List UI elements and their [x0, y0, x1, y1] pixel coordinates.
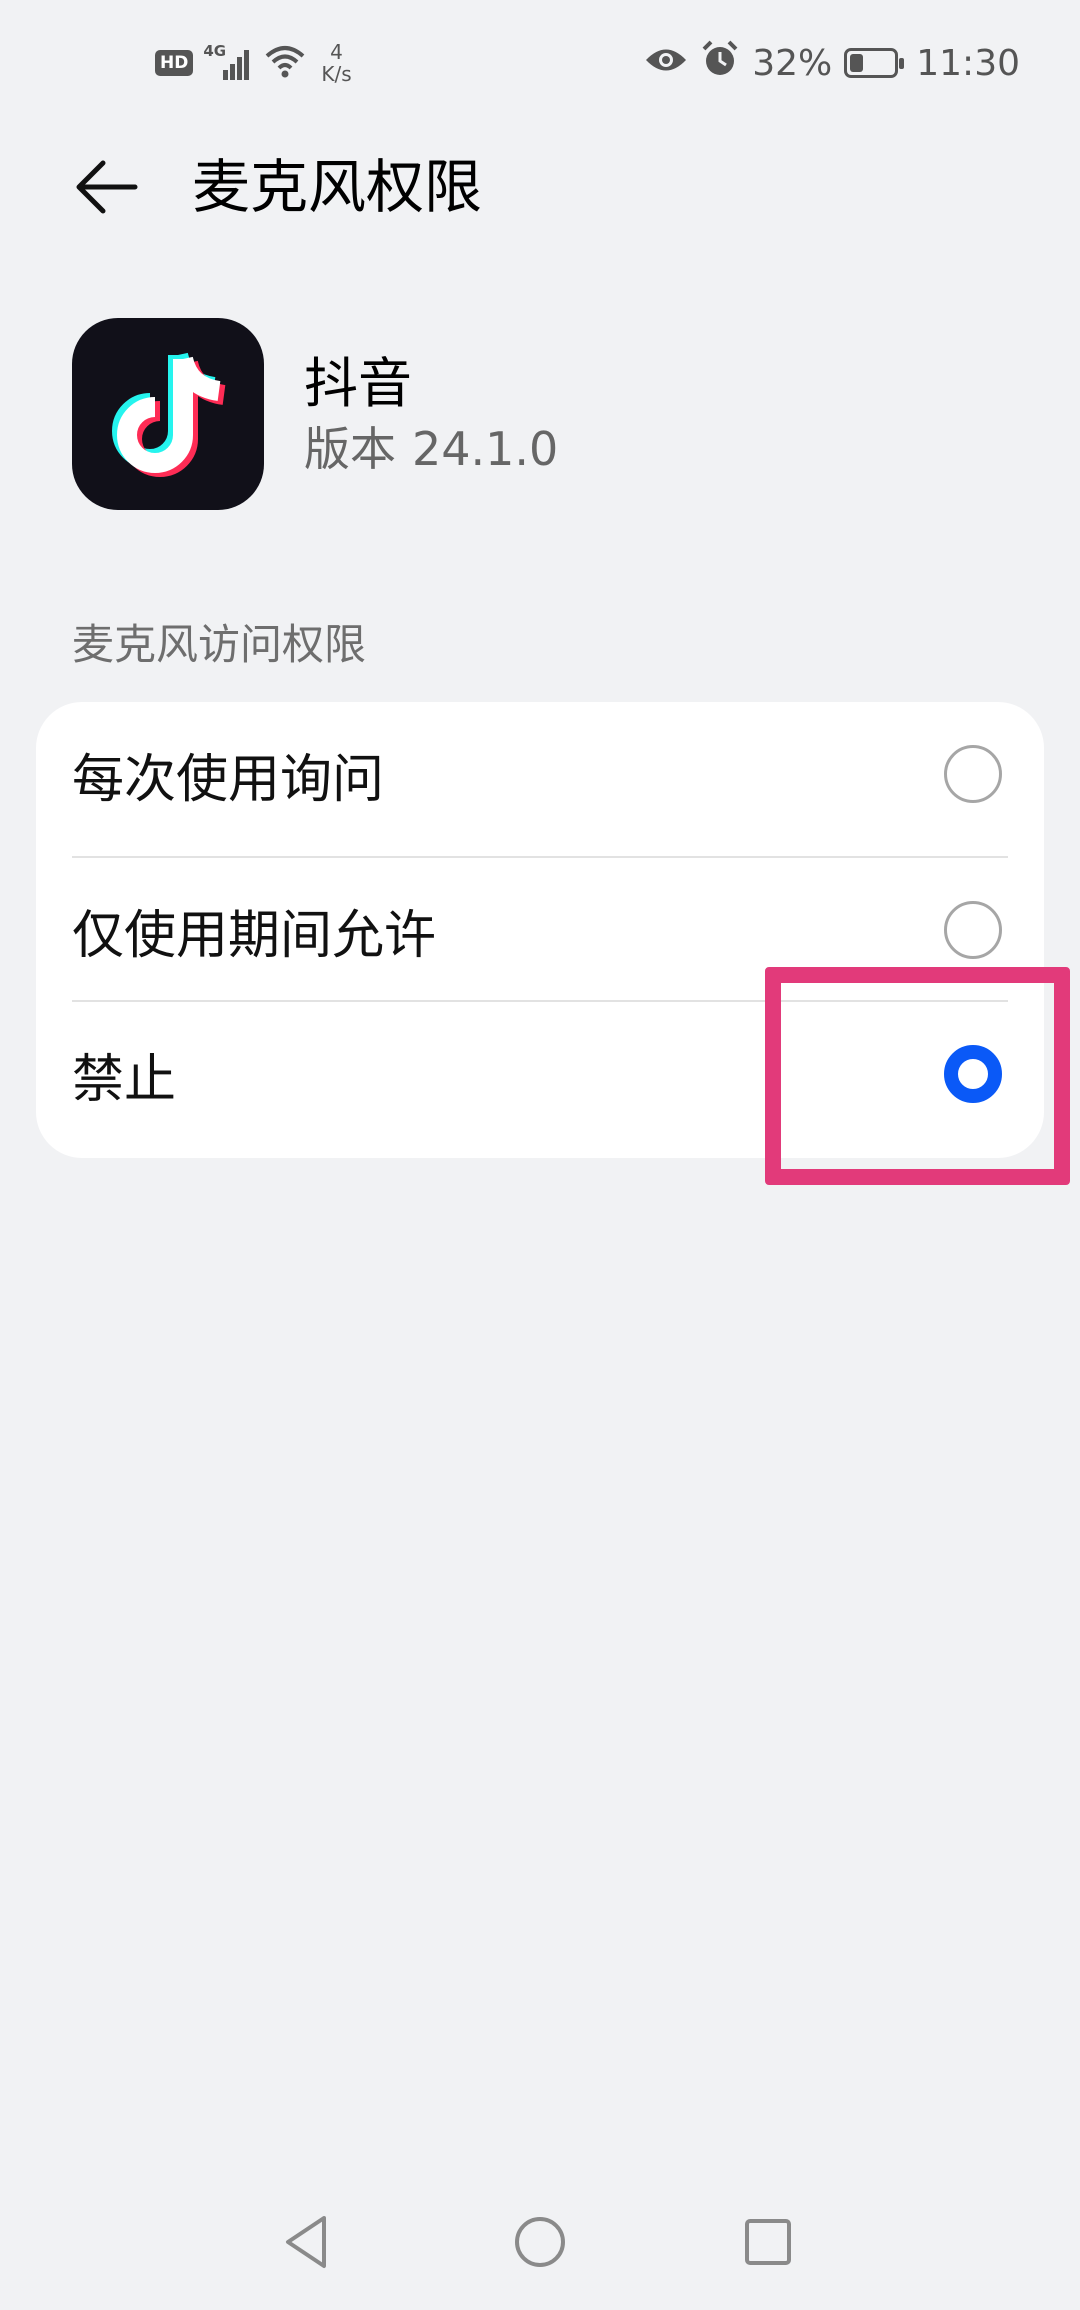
version-label: 版本: [304, 422, 396, 476]
page-header: 麦克风权限: [0, 120, 1080, 250]
battery-fill: [850, 54, 864, 72]
section-label: 麦克风访问权限: [72, 620, 367, 669]
navigation-bar: [0, 2180, 1080, 2310]
wifi-icon: [265, 44, 305, 82]
app-name: 抖音: [304, 352, 412, 415]
back-button[interactable]: [70, 150, 144, 224]
arrow-left-icon: [76, 160, 138, 214]
option-label: 禁止: [72, 1049, 177, 1110]
app-text: 抖音 版本 24.1.0: [304, 349, 558, 479]
version-number: 24.1.0: [412, 422, 559, 476]
highlight-box: [765, 967, 1070, 1185]
back-triangle-icon: [286, 2216, 326, 2268]
clock: 11:30: [916, 42, 1020, 84]
net-rate-value: 4: [330, 40, 343, 64]
option-label: 每次使用询问: [72, 749, 385, 810]
recents-square-icon: [745, 2219, 791, 2265]
nav-recents-button[interactable]: [728, 2202, 808, 2282]
status-right: 32% 11:30: [644, 38, 1020, 88]
net-rate-unit: K/s: [321, 62, 352, 86]
battery-percent: 32%: [752, 42, 833, 84]
signal-icon: 4G: [203, 42, 255, 80]
option-label: 仅使用期间允许: [72, 905, 437, 966]
alarm-icon: [700, 39, 740, 88]
battery-icon: [844, 48, 905, 78]
app-version: 版本 24.1.0: [304, 419, 558, 479]
eye-icon: [644, 43, 688, 84]
hd-badge: HD: [155, 50, 194, 76]
nav-home-button[interactable]: [500, 2202, 580, 2282]
nav-back-button[interactable]: [268, 2202, 348, 2282]
home-circle-icon: [515, 2217, 565, 2267]
radio-button[interactable]: [944, 901, 1002, 959]
douyin-logo-icon: [72, 318, 264, 510]
network-type: 4G: [203, 42, 227, 60]
network-speed: 4 K/s: [321, 41, 351, 85]
status-bar: HD 4G 4 K/s 32% 11:30: [0, 0, 1080, 120]
status-left: HD 4G 4 K/s: [155, 38, 352, 88]
app-info: 抖音 版本 24.1.0: [72, 316, 558, 512]
option-ask-every-time[interactable]: 每次使用询问: [36, 702, 1044, 846]
radio-button[interactable]: [944, 745, 1002, 803]
page-title: 麦克风权限: [192, 153, 483, 221]
